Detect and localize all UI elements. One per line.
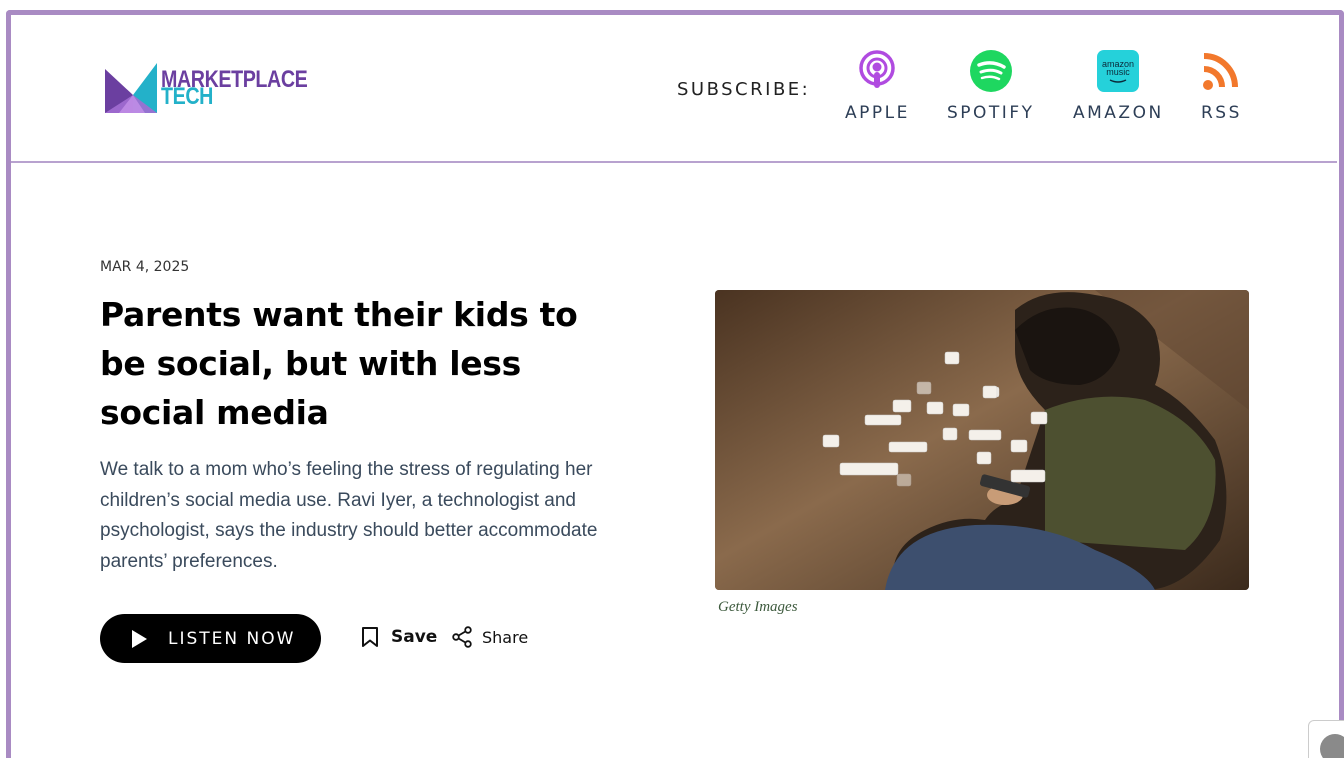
save-label: Save [391, 627, 438, 647]
play-icon [132, 629, 147, 648]
logo-mark-icon [105, 63, 157, 113]
listen-now-label: LISTEN NOW [168, 628, 296, 649]
listen-now-button[interactable]: LISTEN NOW [100, 614, 321, 663]
subscribe-rss-link[interactable]: RSS [1201, 49, 1242, 123]
scroll-to-top-widget[interactable] [1308, 720, 1344, 758]
marketplace-tech-logo[interactable]: MARKETPLACE TECH [105, 61, 340, 115]
subscribe-spotify-label: SPOTIFY [947, 103, 1035, 123]
article-date: MAR 4, 2025 [100, 259, 190, 275]
spotify-icon [947, 49, 1034, 93]
apple-podcasts-icon [845, 49, 910, 93]
article-title[interactable]: Parents want their kids to be social, bu… [100, 290, 620, 437]
amazon-music-icon: amazon music [1073, 49, 1164, 93]
subscribe-amazon-label: AMAZON [1073, 103, 1164, 123]
share-icon [452, 626, 472, 648]
share-label: Share [482, 627, 529, 647]
subscribe-amazon-link[interactable]: amazon music AMAZON [1073, 49, 1164, 123]
photo-caption: Getty Images [718, 599, 798, 615]
svg-text:music: music [1107, 67, 1131, 77]
save-button[interactable]: Save [360, 626, 437, 648]
bookmark-icon [362, 627, 378, 647]
scroll-knob-icon [1320, 734, 1344, 758]
subscribe-apple-link[interactable]: APPLE [845, 49, 910, 123]
logo-text-tech: TECH [161, 82, 213, 110]
share-button[interactable]: Share [452, 626, 528, 648]
rss-icon [1201, 49, 1242, 93]
article-description: We talk to a mom who’s feeling the stres… [100, 459, 598, 572]
subscribe-spotify-link[interactable]: SPOTIFY [947, 49, 1034, 123]
subscribe-apple-label: APPLE [845, 103, 910, 123]
subscribe-label: SUBSCRIBE: [677, 79, 811, 100]
article-photo[interactable] [715, 290, 1249, 590]
site-header: MARKETPLACE TECH SUBSCRIBE: APPLE SPOTIF… [11, 15, 1337, 163]
subscribe-rss-label: RSS [1201, 103, 1242, 123]
